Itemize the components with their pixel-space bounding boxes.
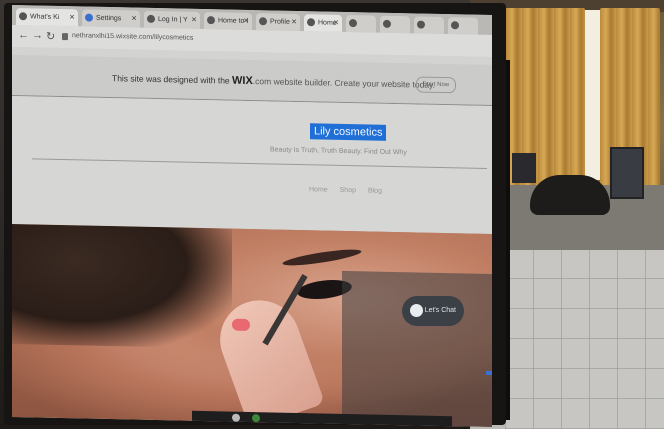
tab-settings[interactable]: Settings ✕ xyxy=(82,9,140,28)
wix-banner-text: This site was designed with the WIX.com … xyxy=(112,72,435,91)
tab-extra-3[interactable] xyxy=(414,16,444,35)
tab-icon xyxy=(207,16,215,25)
tab-icon xyxy=(259,17,267,26)
hero-nail xyxy=(232,318,250,331)
tab-extra-2[interactable] xyxy=(380,15,410,34)
background-monitor xyxy=(610,147,644,199)
site-header: Lily cosmetics Beauty Is Truth, Truth Be… xyxy=(12,96,492,235)
gear-icon xyxy=(85,13,93,22)
tab-extra-4[interactable] xyxy=(448,17,478,35)
tab-home[interactable]: Home ✕ xyxy=(304,14,342,32)
close-icon[interactable]: ✕ xyxy=(333,15,339,32)
tab-whats-ki[interactable]: What's Ki ✕ xyxy=(16,8,78,27)
lock-icon xyxy=(62,33,68,41)
close-icon[interactable]: ✕ xyxy=(69,9,75,26)
site-title-wrap: Lily cosmetics xyxy=(310,121,387,141)
site-tagline: Beauty Is Truth, Truth Beauty. Find Out … xyxy=(270,146,407,157)
tab-profile[interactable]: Profile ✕ xyxy=(256,13,300,32)
tiled-wall xyxy=(505,250,664,429)
tab-icon xyxy=(307,18,315,27)
close-icon[interactable]: ✕ xyxy=(291,14,297,31)
menu-item-blog[interactable]: Blog xyxy=(368,187,382,194)
hero-hair xyxy=(12,224,232,349)
lets-chat-label: Let's Chat xyxy=(424,307,456,314)
power-led xyxy=(486,371,492,375)
tab-icon xyxy=(451,21,459,30)
photo: lenovo What's Ki✕ Settings✕ Log In | Y✕ … xyxy=(0,0,664,429)
tab-icon xyxy=(383,19,391,28)
close-icon[interactable]: ✕ xyxy=(131,10,137,27)
forward-arrow-icon[interactable]: → xyxy=(32,29,43,41)
chrome-icon[interactable] xyxy=(252,414,260,423)
wix-logo[interactable]: WIX xyxy=(232,75,253,87)
url-field[interactable]: nethranxlhi15.wixsite.com/lilycosmetics xyxy=(72,32,193,42)
tab-icon xyxy=(147,14,155,23)
tab-extra-1[interactable] xyxy=(346,14,376,33)
tab-label: What's Ki xyxy=(30,13,60,21)
hero-overlay xyxy=(342,270,492,428)
chair xyxy=(530,175,610,215)
tab-label: Log In | Y xyxy=(158,16,188,24)
background-monitor-small xyxy=(512,153,536,183)
start-icon[interactable] xyxy=(232,413,240,422)
tab-login[interactable]: Log In | Y ✕ xyxy=(144,10,200,29)
tab-home-to[interactable]: Home to I ✕ xyxy=(204,12,252,31)
tab-icon xyxy=(19,12,27,21)
tab-icon xyxy=(417,20,425,29)
lets-chat-button[interactable]: Let's Chat xyxy=(402,296,464,326)
tab-label: Settings xyxy=(96,14,122,23)
start-now-button[interactable]: Start Now xyxy=(416,76,456,94)
header-divider xyxy=(32,158,487,169)
site-title[interactable]: Lily cosmetics xyxy=(310,123,387,141)
wix-banner-suffix: .com website builder. Create your websit… xyxy=(252,76,436,90)
chat-bubble-icon xyxy=(410,304,423,317)
menu-item-shop[interactable]: Shop xyxy=(340,187,356,194)
wix-banner-prefix: This site was designed with the xyxy=(112,73,233,86)
close-icon[interactable]: ✕ xyxy=(191,12,197,29)
tab-icon xyxy=(349,19,357,28)
tab-label: Profile xyxy=(270,18,290,26)
screen: What's Ki ✕ Settings ✕ Log In | Y ✕ Home to… xyxy=(12,5,492,428)
window-light xyxy=(585,10,601,180)
close-icon[interactable]: ✕ xyxy=(243,13,249,30)
back-arrow-icon[interactable]: ← xyxy=(18,29,29,41)
menu-item-home[interactable]: Home xyxy=(309,186,328,193)
hero-eyebrow xyxy=(281,246,363,269)
reload-icon[interactable]: ↻ xyxy=(46,30,55,43)
site-menu: Home Shop Blog xyxy=(309,186,392,195)
